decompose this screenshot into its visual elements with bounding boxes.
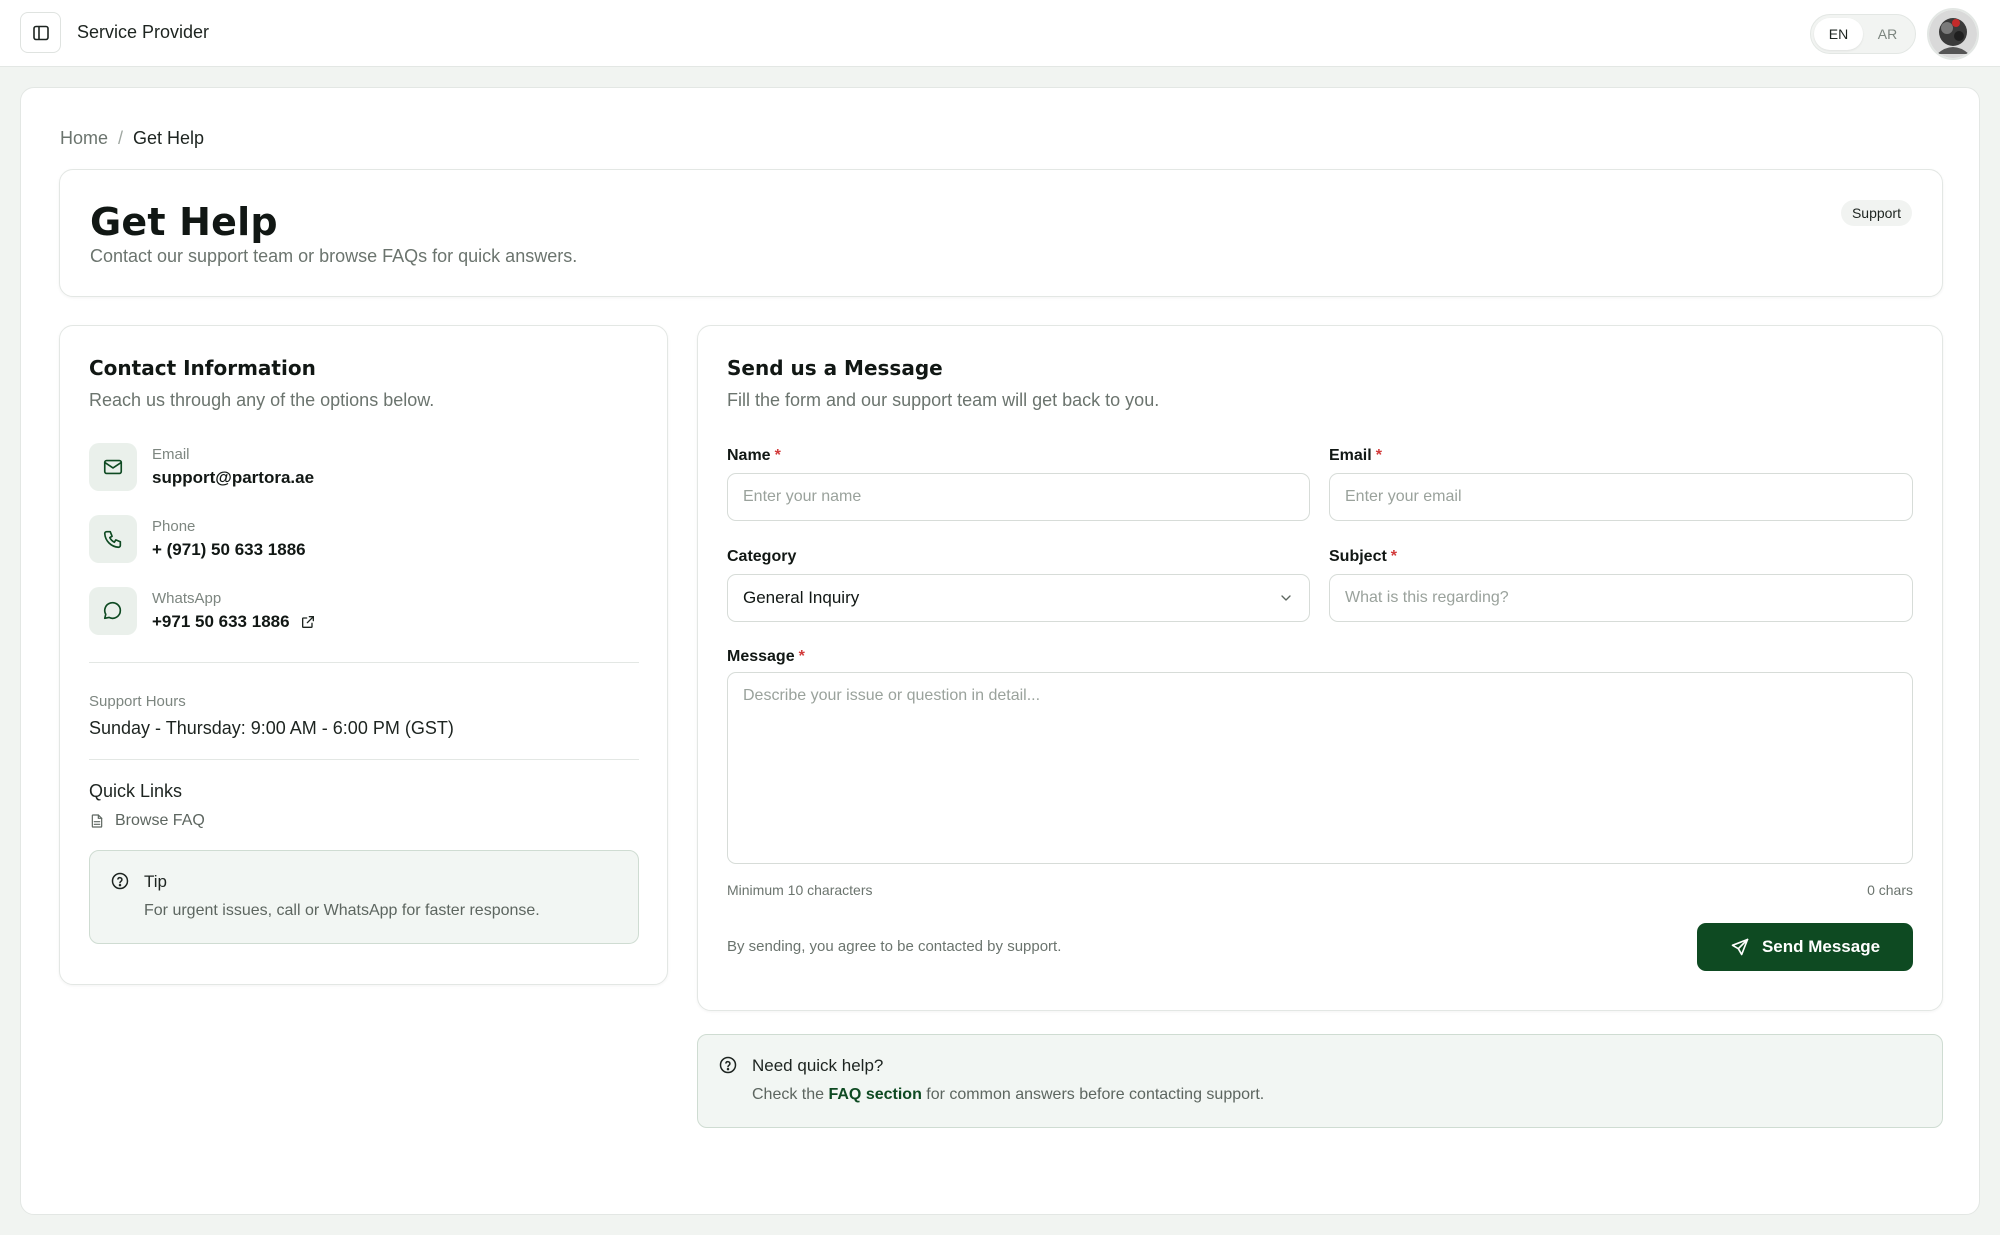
page-header-card: Get Help Contact our support team or bro… [59,169,1943,297]
top-bar: Service Provider EN AR [0,0,2000,67]
divider [89,759,639,760]
tip-title: Tip [144,872,167,891]
send-message-label: Send Message [1761,937,1881,956]
category-select[interactable]: General Inquiry [727,574,1310,622]
subject-label: Subject * [1329,548,1398,565]
email-input[interactable] [1329,473,1913,521]
email-field-label: Email * [1329,447,1382,464]
contact-whatsapp-row: WhatsApp +971 50 633 1886 [89,586,316,636]
tip-text: For urgent issues, call or WhatsApp for … [144,902,540,919]
app-title: Service Provider [77,22,210,42]
tip-box: Tip For urgent issues, call or WhatsApp … [89,850,639,944]
whatsapp-value[interactable]: +971 50 633 1886 [152,612,290,632]
category-value: General Inquiry [743,588,860,607]
lang-option-ar[interactable]: AR [1863,18,1912,50]
lang-option-en[interactable]: EN [1814,18,1863,50]
support-badge: Support [1840,200,1912,226]
name-input[interactable] [727,473,1310,521]
contact-phone-row: Phone + (971) 50 633 1886 [89,514,306,564]
faq-section-link[interactable]: FAQ section [828,1086,921,1103]
send-message-button[interactable]: Send Message [1697,923,1913,971]
form-title: Send us a Message [727,356,943,380]
document-icon [91,814,103,828]
quick-help-text: Check the FAQ section for common answers… [752,1086,1265,1103]
consent-text: By sending, you agree to be contacted by… [727,938,1062,955]
email-value[interactable]: support@partora.ae [152,468,314,488]
external-link-icon[interactable] [300,614,316,630]
page-title: Get Help [90,200,278,244]
chevron-down-icon [1281,595,1291,601]
main-content-card: Home / Get Help Get Help Contact our sup… [20,87,1980,1215]
page-subtitle: Contact our support team or browse FAQs … [90,246,578,266]
help-circle-icon [719,1056,737,1074]
mail-icon [89,443,137,491]
quick-help-box: Need quick help? Check the FAQ section f… [697,1034,1943,1128]
phone-icon [89,515,137,563]
subject-input[interactable] [1329,574,1913,622]
browse-faq-link[interactable]: Browse FAQ [89,812,205,830]
char-counter: 0 chars [1867,882,1913,898]
sidebar-toggle-button[interactable] [20,12,61,53]
divider [89,662,639,663]
breadcrumb-home[interactable]: Home [60,128,108,149]
email-label: Email [152,446,190,463]
avatar-image [1929,10,1977,58]
send-icon [1731,938,1749,956]
contact-email-row: Email support@partora.ae [89,442,314,492]
support-hours-value: Sunday - Thursday: 9:00 AM - 6:00 PM (GS… [89,718,454,738]
phone-label: Phone [152,518,196,535]
language-switch[interactable]: EN AR [1810,14,1916,54]
support-hours-label: Support Hours [89,693,186,710]
breadcrumb-separator: / [118,128,124,148]
message-circle-icon [89,587,137,635]
min-characters-hint: Minimum 10 characters [727,882,873,898]
form-subtitle: Fill the form and our support team will … [727,390,1160,410]
contact-info-card: Contact Information Reach us through any… [59,325,668,985]
name-label: Name * [727,447,781,464]
breadcrumb: Home / Get Help [60,128,204,149]
contact-title: Contact Information [89,356,316,380]
message-label: Message * [727,648,805,665]
contact-subtitle: Reach us through any of the options belo… [89,390,435,410]
browse-faq-label: Browse FAQ [115,812,205,829]
user-avatar[interactable] [1927,8,1979,60]
message-form-card: Send us a Message Fill the form and our … [697,325,1943,1011]
quick-help-title: Need quick help? [752,1056,884,1075]
quick-links-title: Quick Links [89,781,183,801]
breadcrumb-current: Get Help [133,128,205,148]
whatsapp-label: WhatsApp [152,590,222,607]
category-label: Category [727,548,797,565]
help-circle-icon [111,872,129,890]
sidebar-icon [32,25,49,40]
phone-value[interactable]: + (971) 50 633 1886 [152,540,306,560]
message-textarea[interactable] [727,672,1913,864]
